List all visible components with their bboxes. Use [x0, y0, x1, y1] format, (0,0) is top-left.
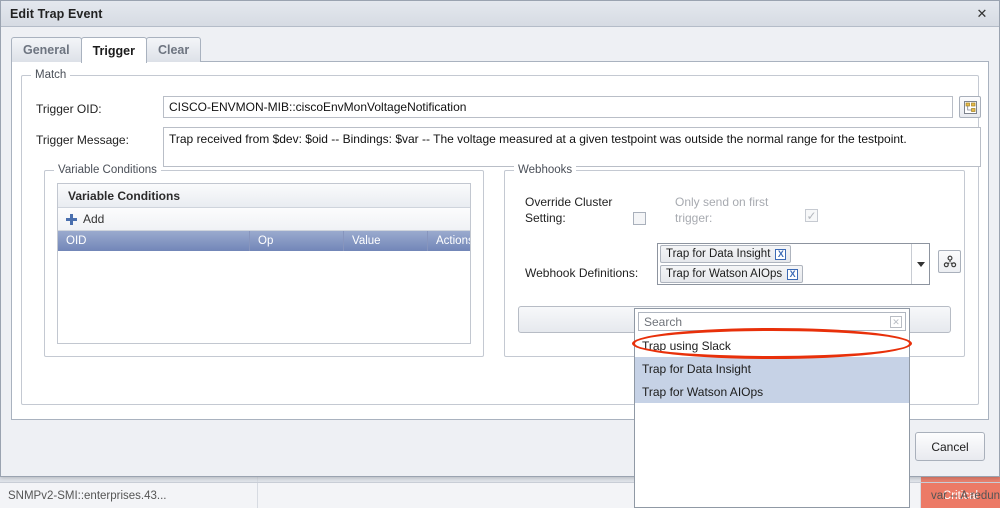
- column-header-actions[interactable]: Actions: [428, 231, 470, 251]
- override-cluster-setting-label: Override Cluster Setting:: [525, 195, 613, 226]
- variable-conditions-body: [58, 251, 470, 319]
- dropdown-option-trap-for-data-insight[interactable]: Trap for Data Insight: [635, 357, 909, 380]
- tab-trigger[interactable]: Trigger: [80, 37, 147, 63]
- dropdown-option-trap-for-watson-aiops[interactable]: Trap for Watson AIOps: [635, 380, 909, 403]
- override-cluster-setting-checkbox[interactable]: [633, 212, 646, 225]
- trigger-message-label: Trigger Message:: [36, 133, 129, 147]
- column-header-value[interactable]: Value: [344, 231, 428, 251]
- tab-strip: General Trigger Clear: [11, 35, 989, 63]
- variable-conditions-header-row: OID Op Value Actions: [58, 231, 470, 251]
- trigger-message-input[interactable]: [163, 127, 981, 167]
- background-cell-message: var -- A redundant: [931, 489, 1000, 502]
- chevron-down-icon[interactable]: [911, 244, 929, 284]
- dropdown-option-list: Trap using Slack Trap for Data Insight T…: [635, 334, 909, 403]
- chip-row: Trap for Watson AIOps X: [658, 264, 929, 284]
- plus-icon: [66, 213, 77, 225]
- chip-label: Trap for Data Insight: [666, 248, 771, 260]
- add-variable-condition-button[interactable]: Add: [58, 208, 470, 231]
- variable-conditions-legend: Variable Conditions: [54, 164, 161, 176]
- add-label: Add: [83, 212, 105, 226]
- dialog-title-bar: Edit Trap Event ✕: [1, 1, 999, 27]
- dropdown-search-placeholder: Search: [644, 314, 683, 329]
- chip-trap-for-watson-aiops[interactable]: Trap for Watson AIOps X: [660, 265, 804, 283]
- webhook-definitions-multiselect[interactable]: Trap for Data Insight X ✕ Trap for Watso…: [657, 243, 930, 285]
- only-send-on-first-trigger-checkbox: ✓: [805, 208, 818, 223]
- only-send-on-first-trigger-label: Only send on first trigger:: [675, 195, 769, 226]
- webhook-share-icon[interactable]: [938, 250, 961, 273]
- column-header-op[interactable]: Op: [250, 231, 344, 251]
- webhooks-legend: Webhooks: [514, 164, 577, 176]
- variable-conditions-caption: Variable Conditions: [58, 184, 470, 208]
- background-cell-oid: SNMPv2-SMI::enterprises.43...: [0, 483, 258, 508]
- webhook-definitions-dropdown: Search ✕ Trap using Slack Trap for Data …: [634, 308, 910, 508]
- chip-row: Trap for Data Insight X ✕: [658, 244, 929, 264]
- dialog-title: Edit Trap Event: [10, 6, 103, 21]
- match-legend: Match: [31, 69, 71, 81]
- chip-label: Trap for Watson AIOps: [666, 268, 783, 280]
- dropdown-search-field[interactable]: Search ✕: [638, 312, 906, 331]
- cancel-button[interactable]: Cancel: [915, 432, 985, 461]
- variable-conditions-grid: Variable Conditions Add OID Op Value Act…: [57, 183, 471, 344]
- chip-remove-icon[interactable]: X: [775, 248, 787, 260]
- chip-trap-for-data-insight[interactable]: Trap for Data Insight X: [660, 245, 792, 263]
- search-clear-icon[interactable]: ✕: [890, 316, 902, 328]
- trigger-oid-label: Trigger OID:: [36, 102, 102, 116]
- tab-clear[interactable]: Clear: [145, 37, 202, 62]
- column-header-oid[interactable]: OID: [58, 231, 250, 251]
- dropdown-option-trap-using-slack[interactable]: Trap using Slack: [635, 334, 909, 357]
- chip-remove-icon[interactable]: X: [787, 268, 799, 280]
- variable-conditions-fieldset: Variable Conditions Variable Conditions …: [44, 164, 484, 357]
- mib-tree-picker-icon[interactable]: [959, 96, 981, 118]
- close-icon[interactable]: ✕: [974, 6, 990, 22]
- webhook-definitions-label: Webhook Definitions:: [525, 266, 639, 280]
- trigger-oid-input[interactable]: [163, 96, 953, 118]
- tab-general[interactable]: General: [11, 37, 82, 62]
